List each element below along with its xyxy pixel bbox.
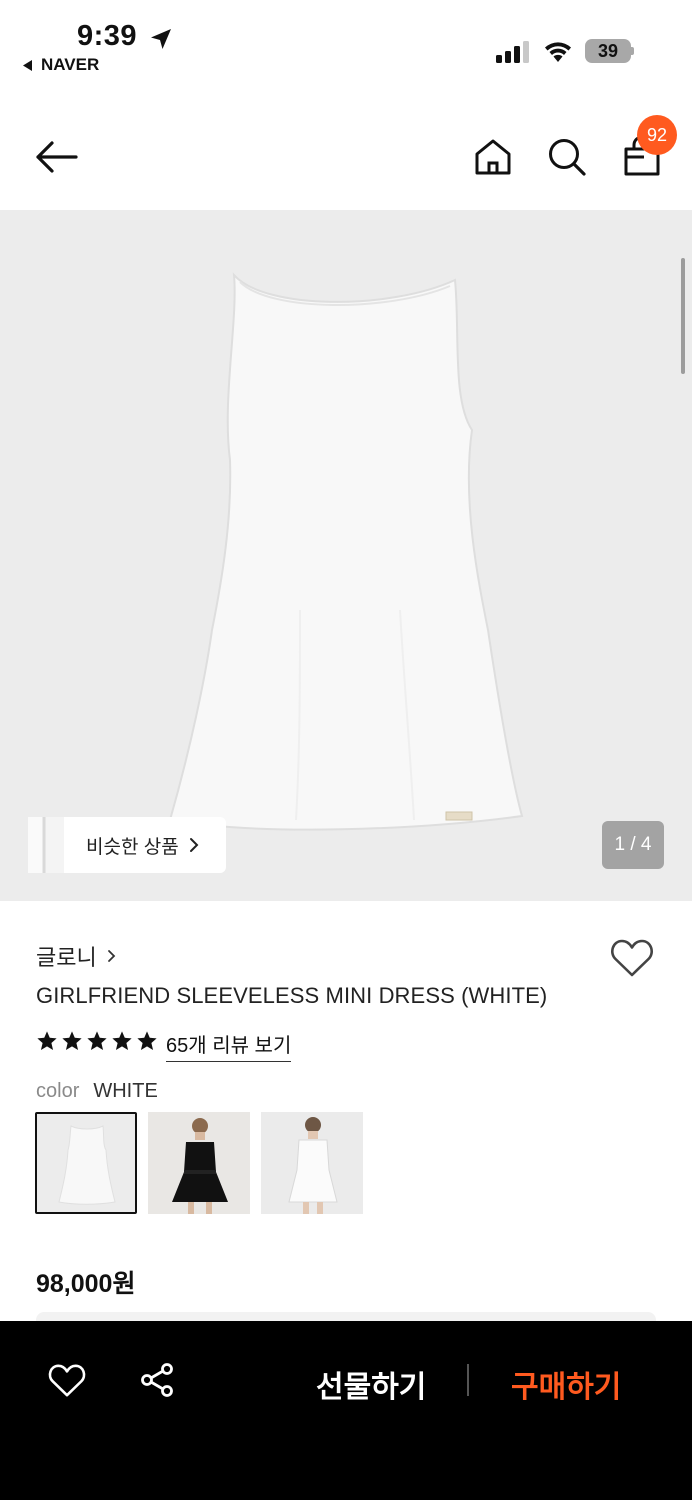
image-page-indicator: 1 / 4: [602, 821, 664, 869]
brand-name: 글로니: [36, 945, 97, 970]
star-icon: [137, 1031, 157, 1050]
back-triangle-icon: [23, 59, 32, 71]
back-to-app[interactable]: NAVER: [22, 55, 99, 75]
color-row: color WHITE: [36, 1080, 158, 1103]
chevron-right-icon: [107, 950, 116, 962]
color-value: WHITE: [93, 1080, 158, 1102]
back-app-label: NAVER: [41, 55, 100, 74]
buy-button[interactable]: 구매하기: [511, 1362, 621, 1406]
battery-level: 39: [597, 40, 619, 61]
brand-link[interactable]: 글로니: [36, 940, 116, 972]
wifi-icon: [545, 42, 571, 62]
product-price: 98,000원: [36, 1270, 136, 1298]
cart-count-badge: 92: [637, 115, 677, 155]
product-title: GIRLFRIEND SLEEVELESS MINI DRESS (WHITE): [36, 983, 548, 1008]
star-icon: [62, 1031, 82, 1050]
battery-cap: [631, 47, 634, 55]
similar-product-thumbnail: [28, 817, 64, 873]
search-icon[interactable]: [546, 136, 588, 178]
star-icon: [112, 1031, 132, 1050]
location-arrow-icon: [151, 29, 171, 49]
reviews-link[interactable]: 65개 리뷰 보기: [166, 1029, 292, 1062]
similar-products-label: 비슷한 상품: [86, 836, 179, 858]
back-arrow-icon[interactable]: [34, 140, 78, 174]
image-thumbnail-model-black[interactable]: [148, 1112, 250, 1214]
gallery-scrollbar[interactable]: [681, 258, 685, 374]
battery-indicator: 39: [585, 39, 631, 63]
color-label: color: [36, 1080, 80, 1102]
product-image-dress: [168, 272, 524, 831]
wishlist-heart-icon[interactable]: [610, 938, 654, 978]
action-divider: [467, 1364, 469, 1396]
share-icon[interactable]: [139, 1362, 175, 1398]
rating-stars: [36, 1030, 158, 1052]
like-heart-icon[interactable]: [48, 1363, 86, 1398]
bottom-action-bar: [0, 1321, 692, 1500]
image-thumbnail-product[interactable]: [35, 1112, 137, 1214]
home-icon[interactable]: [473, 137, 513, 177]
star-icon: [37, 1031, 57, 1050]
status-time: 9:39: [77, 20, 138, 52]
image-thumbnail-model-white[interactable]: [261, 1112, 363, 1214]
gift-button[interactable]: 선물하기: [316, 1362, 426, 1406]
chevron-right-icon: [189, 838, 199, 852]
star-icon: [87, 1031, 107, 1050]
thumbnail-dress-image: [37, 1114, 135, 1212]
cellular-signal-icon: [496, 41, 529, 63]
thumbnail-model-image: [261, 1112, 363, 1214]
similar-products-button[interactable]: 비슷한 상품: [28, 817, 226, 873]
product-image-gallery[interactable]: [0, 210, 692, 901]
thumbnail-model-image: [148, 1112, 250, 1214]
similar-products-label-wrap: 비슷한 상품: [64, 817, 226, 873]
